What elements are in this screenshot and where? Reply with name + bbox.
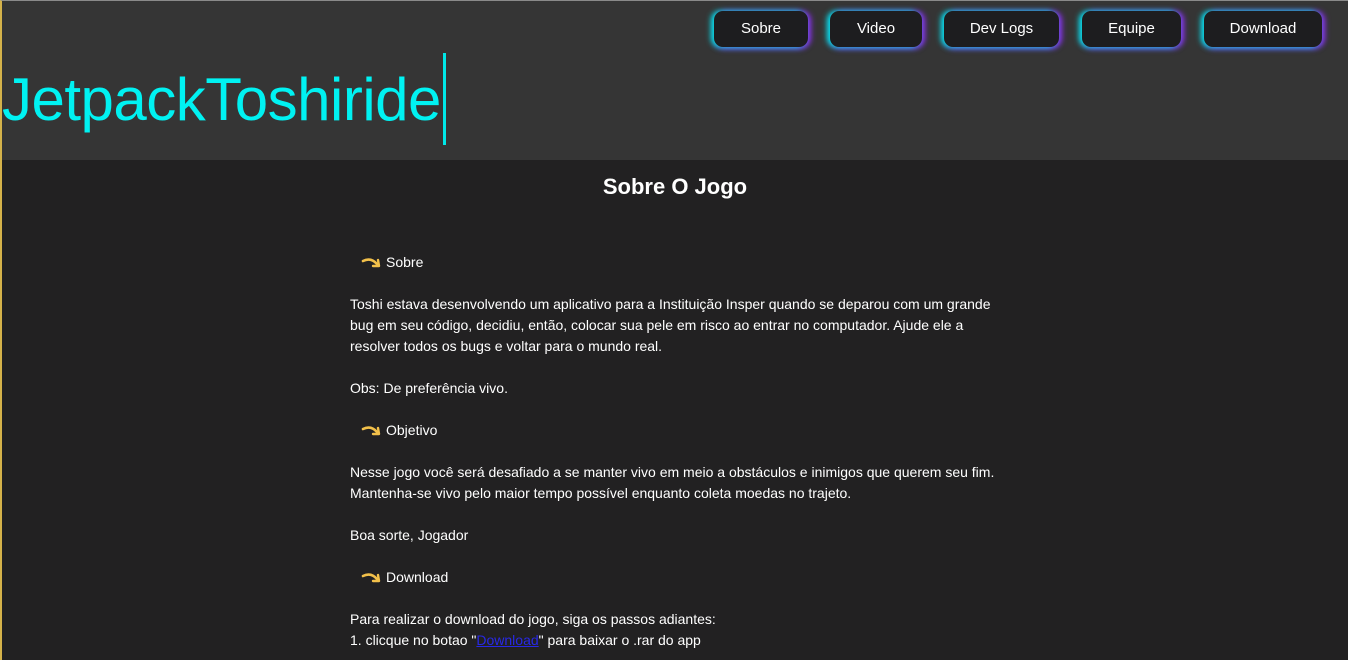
main-content: Sobre O Jogo Sobre Toshi estava desenvol… (2, 160, 1348, 660)
curved-arrow-icon (361, 425, 381, 435)
section-heading-label: Download (386, 569, 449, 585)
curved-arrow-icon (361, 572, 381, 582)
section-heading-label: Objetivo (386, 422, 438, 438)
nav-button-video[interactable]: Video (830, 11, 922, 47)
page-frame: Sobre Video Dev Logs Equipe Download Jet… (0, 0, 1348, 660)
text-caret (442, 53, 446, 145)
nav-button-sobre[interactable]: Sobre (714, 11, 808, 47)
nav-button-equipe[interactable]: Equipe (1082, 11, 1181, 47)
sobre-note: Obs: De preferência vivo. (350, 380, 508, 396)
top-nav: Sobre Video Dev Logs Equipe Download (2, 11, 1348, 47)
download-step-1-suffix: " para baixar o .rar do app (538, 632, 701, 648)
page-title: Sobre O Jogo (602, 174, 748, 199)
objetivo-paragraph: Nesse jogo você será desafiado a se mant… (350, 464, 995, 501)
sobre-paragraph: Toshi estava desenvolvendo um aplicativo… (350, 296, 991, 354)
objetivo-note: Boa sorte, Jogador (350, 527, 469, 543)
nav-button-dev-logs[interactable]: Dev Logs (944, 11, 1059, 47)
site-logo: JetpackToshiride (2, 53, 446, 146)
download-step-1-prefix: 1. clicque no botao " (350, 632, 477, 648)
section-heading-label: Sobre (386, 254, 424, 270)
curved-arrow-icon (361, 257, 381, 267)
site-logo-text: JetpackToshiride (2, 66, 441, 133)
content-column: Sobre Toshi estava desenvolvendo um apli… (350, 252, 1010, 651)
site-header: Sobre Video Dev Logs Equipe Download Jet… (2, 1, 1348, 160)
download-step-1: 1. clicque no botao "Download" para baix… (350, 630, 1010, 651)
nav-button-download[interactable]: Download (1204, 11, 1322, 47)
section-heading-download: Download (361, 567, 1010, 588)
download-link[interactable]: Download (476, 632, 538, 648)
section-heading-objetivo: Objetivo (361, 420, 1010, 441)
section-heading-sobre: Sobre (361, 252, 1010, 273)
download-intro: Para realizar o download do jogo, siga o… (350, 611, 716, 627)
